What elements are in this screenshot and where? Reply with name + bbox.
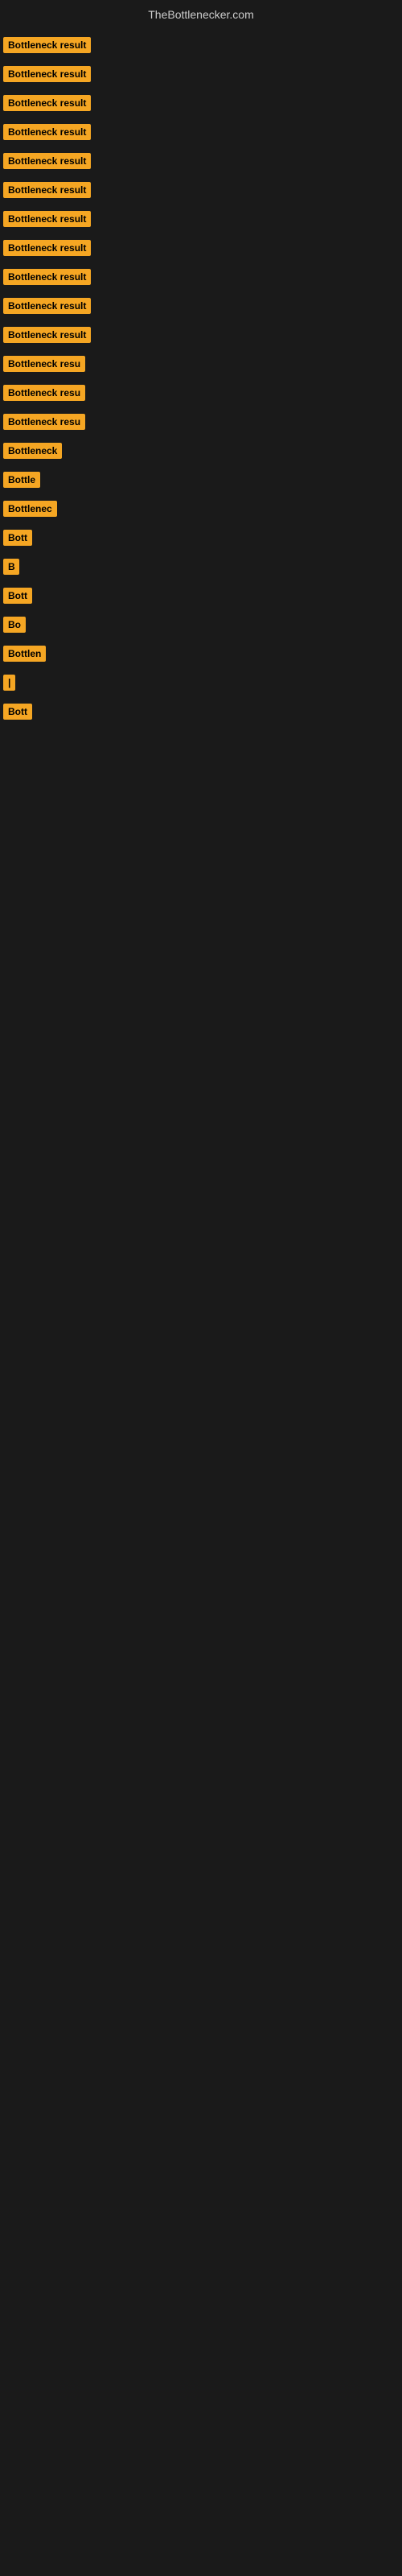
list-item: Bottleneck result bbox=[0, 233, 402, 262]
list-item: Bottleneck result bbox=[0, 147, 402, 175]
bottleneck-badge[interactable]: | bbox=[3, 675, 15, 691]
list-item: Bo bbox=[0, 610, 402, 639]
list-item: Bottleneck bbox=[0, 436, 402, 465]
list-item: Bottleneck result bbox=[0, 31, 402, 60]
list-item: Bottleneck resu bbox=[0, 349, 402, 378]
bottleneck-badge[interactable]: Bottleneck result bbox=[3, 211, 91, 227]
list-item: Bottleneck resu bbox=[0, 378, 402, 407]
bottleneck-badge[interactable]: Bott bbox=[3, 704, 32, 720]
list-item: Bottleneck resu bbox=[0, 407, 402, 436]
bottleneck-badge[interactable]: Bottleneck result bbox=[3, 240, 91, 256]
list-item: Bottleneck result bbox=[0, 291, 402, 320]
list-item: Bottleneck result bbox=[0, 262, 402, 291]
bottleneck-badge[interactable]: Bottleneck result bbox=[3, 95, 91, 111]
list-item: Bottleneck result bbox=[0, 118, 402, 147]
bottleneck-badge[interactable]: Bottleneck resu bbox=[3, 356, 85, 372]
bottleneck-badge[interactable]: Bottleneck bbox=[3, 443, 62, 459]
list-item: Bottleneck result bbox=[0, 60, 402, 89]
bottleneck-badge[interactable]: Bottleneck result bbox=[3, 153, 91, 169]
bottleneck-badge[interactable]: Bottleneck result bbox=[3, 182, 91, 198]
bottleneck-badge[interactable]: Bottlen bbox=[3, 646, 46, 662]
list-item: Bottleneck result bbox=[0, 89, 402, 118]
items-list: Bottleneck result Bottleneck result Bottle… bbox=[0, 31, 402, 726]
bottleneck-badge[interactable]: Bottleneck result bbox=[3, 327, 91, 343]
bottleneck-badge[interactable]: Bottleneck result bbox=[3, 269, 91, 285]
bottleneck-badge[interactable]: Bottleneck result bbox=[3, 66, 91, 82]
bottleneck-badge[interactable]: Bottle bbox=[3, 472, 40, 488]
list-item: Bott bbox=[0, 523, 402, 552]
list-item: Bottle bbox=[0, 465, 402, 494]
bottleneck-badge[interactable]: Bott bbox=[3, 530, 32, 546]
list-item: B bbox=[0, 552, 402, 581]
bottleneck-badge[interactable]: Bo bbox=[3, 617, 26, 633]
bottleneck-badge[interactable]: Bottleneck result bbox=[3, 37, 91, 53]
bottleneck-badge[interactable]: Bottlenec bbox=[3, 501, 57, 517]
bottleneck-badge[interactable]: Bottleneck result bbox=[3, 124, 91, 140]
bottleneck-badge[interactable]: Bott bbox=[3, 588, 32, 604]
list-item: Bottleneck result bbox=[0, 175, 402, 204]
list-item: Bott bbox=[0, 581, 402, 610]
bottleneck-badge[interactable]: Bottleneck resu bbox=[3, 385, 85, 401]
list-item: | bbox=[0, 668, 402, 697]
list-item: Bottleneck result bbox=[0, 204, 402, 233]
page-container: TheBottlenecker.com Bottleneck resultBot… bbox=[0, 0, 402, 726]
list-item: Bott bbox=[0, 697, 402, 726]
bottleneck-badge[interactable]: Bottleneck result bbox=[3, 298, 91, 314]
list-item: Bottleneck result bbox=[0, 320, 402, 349]
site-title: TheBottlenecker.com bbox=[0, 2, 402, 31]
bottleneck-badge[interactable]: B bbox=[3, 559, 19, 575]
bottleneck-badge[interactable]: Bottleneck resu bbox=[3, 414, 85, 430]
list-item: Bottlen bbox=[0, 639, 402, 668]
list-item: Bottlenec bbox=[0, 494, 402, 523]
